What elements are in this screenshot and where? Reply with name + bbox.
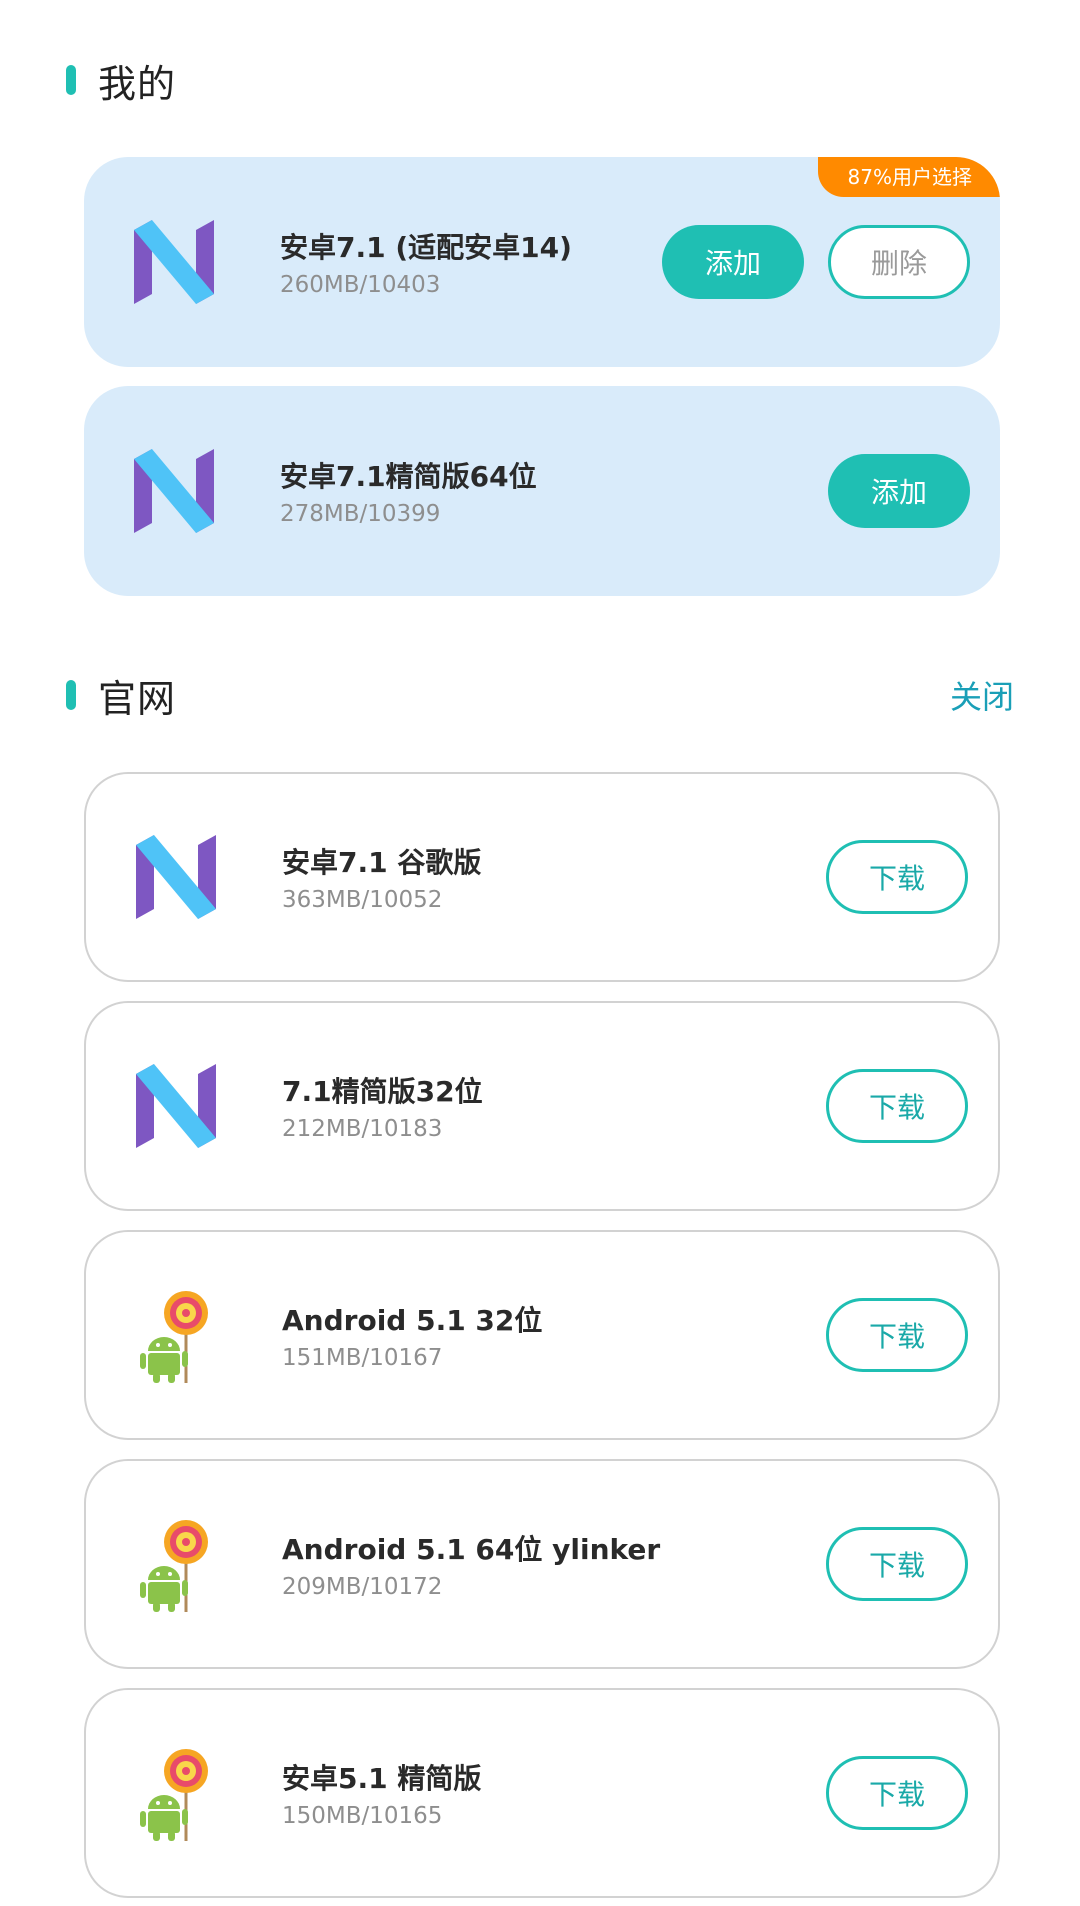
card-size-version: 278MB/10399 (280, 501, 441, 527)
section-accent-bar (66, 65, 76, 95)
card-text: 安卓5.1 精简版 150MB/10165 (282, 1757, 826, 1829)
mine-card-1: 87%用户选择 安卓7.1 (适配安卓14) 260MB/10403 添加 删除 (84, 157, 1000, 367)
card-size-version: 363MB/10052 (282, 887, 443, 913)
card-title: 安卓5.1 精简版 (282, 1762, 482, 1795)
popular-badge: 87%用户选择 (817, 157, 1000, 197)
card-size-version: 151MB/10167 (282, 1345, 443, 1371)
card-size-version: 150MB/10165 (282, 1803, 443, 1829)
android-nougat-icon (134, 220, 214, 304)
add-button[interactable]: 添加 (662, 225, 804, 299)
card-size-version: 209MB/10172 (282, 1574, 443, 1600)
mine-card-2: 安卓7.1精简版64位 278MB/10399 添加 (84, 386, 1000, 596)
android-lollipop-icon (140, 1520, 208, 1612)
download-button[interactable]: 下载 (826, 1069, 968, 1143)
official-card-1: 安卓7.1 谷歌版 363MB/10052 下载 (84, 772, 1000, 982)
official-card-4: Android 5.1 64位 ylinker 209MB/10172 下载 (84, 1459, 1000, 1669)
card-title: 安卓7.1 (适配安卓14) (280, 231, 572, 264)
android-nougat-icon (136, 835, 216, 919)
download-button[interactable]: 下载 (826, 1298, 968, 1372)
card-title: 安卓7.1精简版64位 (280, 460, 537, 493)
android-nougat-icon (134, 449, 214, 533)
card-text: 安卓7.1精简版64位 278MB/10399 (280, 455, 828, 527)
card-title: 7.1精简版32位 (282, 1075, 483, 1108)
card-title: Android 5.1 32位 (282, 1304, 543, 1337)
android-lollipop-icon (140, 1749, 208, 1841)
official-card-3: Android 5.1 32位 151MB/10167 下载 (84, 1230, 1000, 1440)
add-button[interactable]: 添加 (828, 454, 970, 528)
android-nougat-icon (136, 1064, 216, 1148)
card-text: Android 5.1 32位 151MB/10167 (282, 1299, 826, 1371)
card-title: 安卓7.1 谷歌版 (282, 846, 482, 879)
section-accent-bar (66, 680, 76, 710)
card-text: 安卓7.1 (适配安卓14) 260MB/10403 (280, 226, 662, 298)
official-card-5: 安卓5.1 精简版 150MB/10165 下载 (84, 1688, 1000, 1898)
card-text: 7.1精简版32位 212MB/10183 (282, 1070, 826, 1142)
close-link[interactable]: 关闭 (950, 672, 1014, 718)
download-button[interactable]: 下载 (826, 840, 968, 914)
download-button[interactable]: 下载 (826, 1756, 968, 1830)
download-button[interactable]: 下载 (826, 1527, 968, 1601)
card-text: 安卓7.1 谷歌版 363MB/10052 (282, 841, 826, 913)
android-lollipop-icon (140, 1291, 208, 1383)
card-size-version: 260MB/10403 (280, 272, 441, 298)
delete-button[interactable]: 删除 (828, 225, 970, 299)
section-header-mine: 我的 (66, 50, 1014, 110)
card-size-version: 212MB/10183 (282, 1116, 443, 1142)
official-card-2: 7.1精简版32位 212MB/10183 下载 (84, 1001, 1000, 1211)
section-title-official: 官网 (98, 676, 177, 721)
card-title: Android 5.1 64位 ylinker (282, 1533, 661, 1566)
section-header-official: 官网 关闭 (66, 665, 1014, 725)
section-title-mine: 我的 (98, 61, 177, 106)
card-text: Android 5.1 64位 ylinker 209MB/10172 (282, 1528, 826, 1600)
